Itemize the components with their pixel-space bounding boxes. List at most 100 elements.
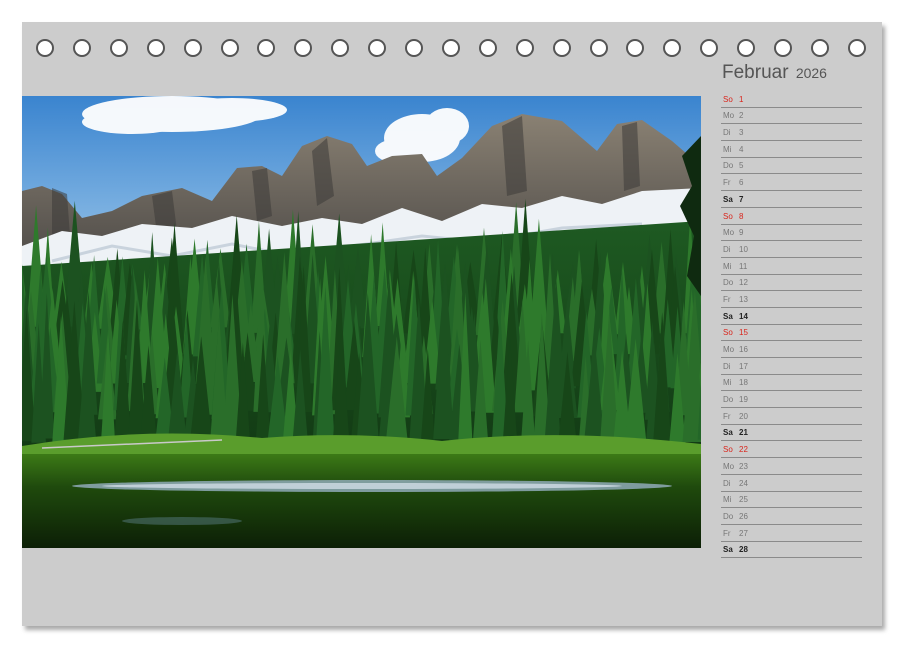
day-name: So [723, 211, 733, 221]
day-number: 26 [739, 511, 748, 521]
day-number: 16 [739, 345, 748, 354]
day-row: Mi 18 [721, 375, 862, 392]
day-name: Sa [723, 545, 733, 555]
day-name: Mi [723, 378, 732, 388]
day-number: 18 [739, 378, 748, 388]
day-row: Sa 7 [721, 191, 862, 208]
binding-ring [72, 39, 91, 57]
day-name: Mi [723, 261, 732, 271]
day-name: Mo [723, 111, 735, 121]
day-number: 4 [739, 144, 744, 154]
day-number: 5 [739, 161, 744, 171]
day-row: So 15 [721, 325, 862, 342]
binding-ring [441, 39, 460, 57]
binding-ring [552, 39, 571, 57]
day-name: Fr [723, 411, 731, 421]
day-list: So 1 Mo 2 Di 3 Mi 4 Do 5 Fr 6 Sa 7 So 8 Mo 9 Di 10 Mi 11 Do 12 F… [721, 91, 862, 559]
day-row: So 8 [721, 208, 862, 225]
day-number: 22 [739, 445, 748, 455]
day-name: Di [723, 361, 731, 371]
day-number: 28 [739, 545, 748, 555]
day-row: Mo 23 [721, 458, 862, 475]
binding-ring [847, 39, 866, 57]
day-number: 8 [739, 211, 744, 221]
day-row: Sa 21 [721, 425, 862, 442]
day-number: 6 [739, 178, 744, 188]
day-number: 27 [739, 528, 748, 538]
binding-ring [737, 39, 756, 57]
day-number: 19 [739, 395, 748, 405]
binding-ring [109, 39, 128, 57]
day-row: Do 5 [721, 158, 862, 175]
day-row: Do 12 [721, 275, 862, 292]
day-number: 14 [739, 311, 748, 321]
day-number: 12 [739, 278, 748, 288]
binding-ring [220, 39, 239, 57]
binding-ring [774, 39, 792, 57]
binding-ring [589, 39, 608, 57]
calendar-page: Februar 2026 So 1 Mo 2 Di 3 Mi 4 Do 5 Fr 6 Sa 7 So 8 Mo 9… [22, 22, 882, 626]
month-name: Februar [722, 62, 789, 83]
day-row: Do 19 [721, 391, 862, 409]
day-row: Fr 13 [721, 291, 862, 308]
day-row: Do 26 [721, 508, 862, 525]
day-name: Fr [723, 294, 731, 304]
binding-ring [810, 39, 829, 57]
day-number: 3 [739, 128, 744, 138]
day-name: Fr [723, 178, 731, 188]
binding-ring [515, 39, 534, 57]
landscape-photo [22, 96, 701, 548]
day-name: Mi [723, 495, 732, 505]
day-number: 24 [739, 478, 748, 488]
binding-ring [626, 39, 645, 57]
binding-ring [294, 39, 313, 57]
day-name: So [723, 94, 733, 104]
day-number: 15 [739, 328, 748, 338]
day-row: Mo 16 [721, 341, 862, 358]
day-number: 17 [739, 361, 748, 371]
day-row: Di 17 [721, 358, 862, 375]
binding-ring [146, 39, 165, 57]
day-row: Fr 27 [721, 525, 862, 542]
day-number: 21 [739, 428, 748, 438]
day-number: 9 [739, 228, 744, 238]
day-number: 7 [739, 194, 744, 204]
binding-ring [36, 39, 54, 57]
day-name: Do [723, 278, 734, 288]
day-row: Mi 4 [721, 141, 862, 158]
day-row: Sa 28 [721, 542, 862, 559]
day-row: Fr 20 [721, 408, 862, 425]
day-number: 11 [739, 261, 748, 271]
day-name: Sa [723, 311, 733, 321]
binding-ring [257, 39, 276, 57]
day-row: Fr 6 [721, 174, 862, 192]
day-number: 13 [739, 294, 748, 304]
day-row: Di 10 [721, 241, 862, 258]
day-row: So 1 [721, 91, 862, 108]
day-number: 1 [739, 94, 744, 104]
day-number: 25 [739, 495, 748, 505]
day-name: Sa [723, 428, 733, 438]
day-row: Mo 2 [721, 108, 862, 125]
day-name: Do [723, 161, 734, 171]
day-row: Di 24 [721, 475, 862, 492]
binding-ring [478, 39, 497, 57]
day-name: So [723, 328, 733, 338]
day-name: Mo [723, 345, 735, 354]
day-row: Sa 14 [721, 308, 862, 325]
day-name: So [723, 445, 733, 455]
day-row: Mi 11 [721, 258, 862, 275]
day-name: Do [723, 511, 734, 521]
day-name: Mi [723, 144, 732, 154]
binding-ring [368, 39, 387, 57]
day-number: 2 [739, 111, 744, 121]
day-row: Mi 25 [721, 492, 862, 509]
day-name: Fr [723, 528, 731, 538]
binding-ring [183, 39, 202, 57]
spiral-binding [36, 39, 866, 57]
binding-ring [663, 39, 682, 57]
day-row: So 22 [721, 441, 862, 459]
day-name: Mo [723, 228, 735, 238]
day-name: Di [723, 478, 731, 488]
day-name: Do [723, 395, 734, 405]
